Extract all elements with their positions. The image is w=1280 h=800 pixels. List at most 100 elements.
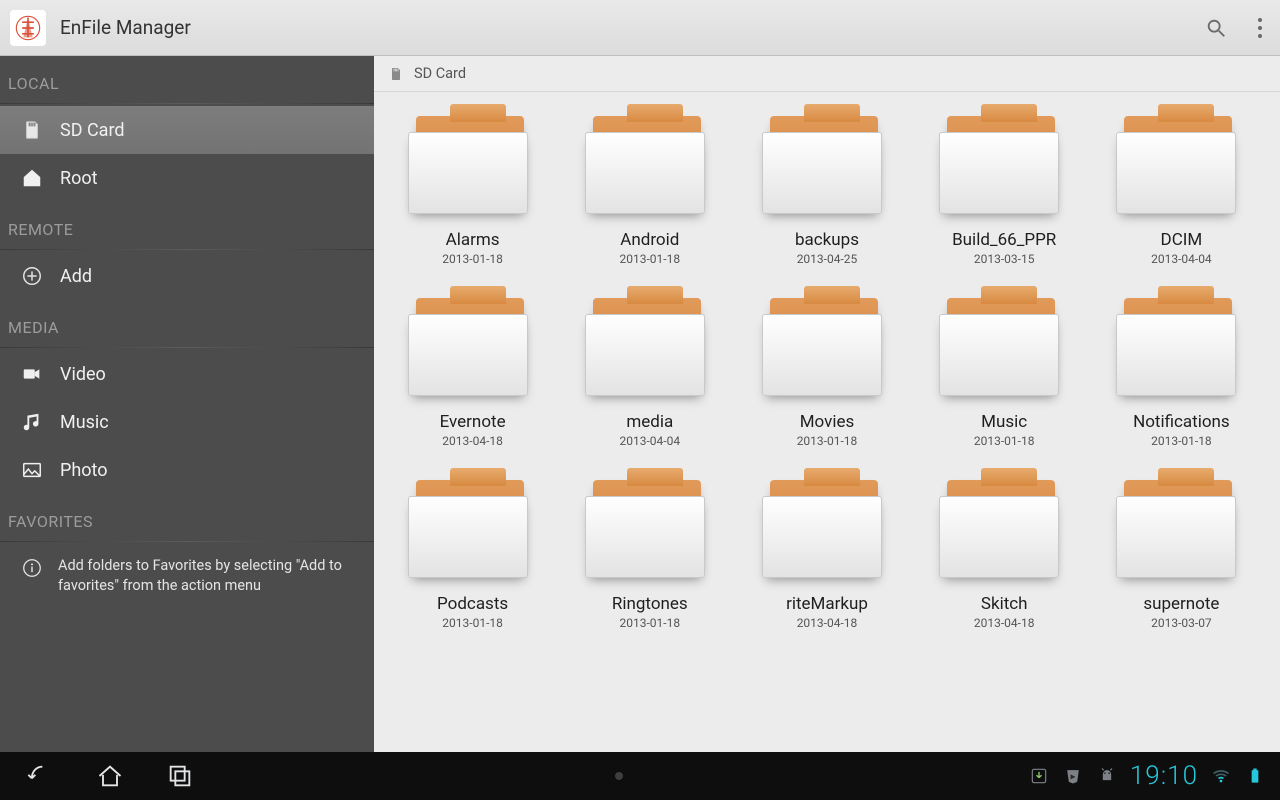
app-title: EnFile Manager	[60, 16, 191, 39]
folder-item[interactable]: Podcasts 2013-01-18	[384, 474, 561, 630]
sidebar-item-video[interactable]: Video	[0, 350, 374, 398]
folder-name: Build_66_PPR	[952, 230, 1056, 250]
folder-icon	[1116, 292, 1246, 402]
folder-date: 2013-01-18	[1151, 434, 1212, 448]
folder-grid-wrap: Alarms 2013-01-18 Android 2013-01-18 bac…	[374, 92, 1280, 752]
folder-icon	[585, 474, 715, 584]
folder-item[interactable]: Music 2013-01-18	[916, 292, 1093, 448]
nav-back-button[interactable]	[10, 752, 70, 800]
folder-item[interactable]: Notifications 2013-01-18	[1093, 292, 1270, 448]
folder-icon	[762, 474, 892, 584]
folder-item[interactable]: Android 2013-01-18	[561, 110, 738, 266]
folder-item[interactable]: Evernote 2013-04-18	[384, 292, 561, 448]
app-icon	[10, 10, 46, 46]
sidebar-header-local: LOCAL	[0, 56, 374, 101]
system-tray[interactable]: 19:10	[1028, 761, 1280, 791]
sidebar: LOCAL SD Card Root REMOTE Add MEDIA Vide…	[0, 56, 374, 752]
folder-date: 2013-04-18	[974, 616, 1035, 630]
folder-date: 2013-03-15	[974, 252, 1035, 266]
clock: 19:10	[1130, 761, 1198, 791]
wifi-tray-icon	[1210, 765, 1232, 787]
divider	[0, 249, 374, 250]
folder-name: backups	[795, 230, 859, 250]
folder-icon	[762, 292, 892, 402]
sidebar-item-photo[interactable]: Photo	[0, 446, 374, 494]
info-icon	[20, 556, 44, 580]
folder-date: 2013-04-18	[797, 616, 858, 630]
folder-icon	[939, 474, 1069, 584]
folder-date: 2013-01-18	[797, 434, 858, 448]
folder-item[interactable]: DCIM 2013-04-04	[1093, 110, 1270, 266]
android-tray-icon	[1096, 765, 1118, 787]
folder-date: 2013-03-07	[1151, 616, 1212, 630]
sidebar-item-sdcard[interactable]: SD Card	[0, 106, 374, 154]
folder-item[interactable]: backups 2013-04-25	[738, 110, 915, 266]
folder-name: Movies	[800, 412, 855, 432]
music-note-icon	[20, 410, 44, 434]
folder-item[interactable]: media 2013-04-04	[561, 292, 738, 448]
folder-item[interactable]: riteMarkup 2013-04-18	[738, 474, 915, 630]
sidebar-item-music[interactable]: Music	[0, 398, 374, 446]
action-bar: EnFile Manager	[0, 0, 1280, 56]
sidebar-item-label: Video	[60, 364, 106, 385]
folder-date: 2013-01-18	[619, 616, 680, 630]
plus-circle-icon	[20, 264, 44, 288]
nav-recent-button[interactable]	[150, 752, 210, 800]
folder-name: supernote	[1143, 594, 1219, 614]
sidebar-item-label: Photo	[60, 460, 108, 481]
overflow-menu-icon[interactable]	[1240, 4, 1280, 52]
folder-name: Evernote	[440, 412, 506, 432]
folder-item[interactable]: Build_66_PPR 2013-03-15	[916, 110, 1093, 266]
favorites-hint: Add folders to Favorites by selecting "A…	[0, 544, 374, 607]
folder-date: 2013-01-18	[442, 616, 503, 630]
folder-icon	[585, 292, 715, 402]
folder-icon	[762, 110, 892, 220]
folder-date: 2013-04-04	[1151, 252, 1212, 266]
nav-home-button[interactable]	[80, 752, 140, 800]
folder-icon	[408, 292, 538, 402]
folder-icon	[408, 110, 538, 220]
folder-icon	[939, 110, 1069, 220]
breadcrumb[interactable]: SD Card	[374, 56, 1280, 92]
folder-name: Notifications	[1133, 412, 1230, 432]
folder-item[interactable]: supernote 2013-03-07	[1093, 474, 1270, 630]
divider	[0, 347, 374, 348]
play-store-tray-icon	[1062, 765, 1084, 787]
folder-item[interactable]: Ringtones 2013-01-18	[561, 474, 738, 630]
system-nav-bar: 19:10	[0, 752, 1280, 800]
main-panel: SD Card Alarms 2013-01-18 Android 2013-0…	[374, 56, 1280, 752]
folder-item[interactable]: Movies 2013-01-18	[738, 292, 915, 448]
search-icon[interactable]	[1192, 4, 1240, 52]
folder-item[interactable]: Alarms 2013-01-18	[384, 110, 561, 266]
home-icon	[20, 166, 44, 190]
folder-icon	[408, 474, 538, 584]
folder-icon	[1116, 474, 1246, 584]
folder-date: 2013-04-04	[619, 434, 680, 448]
notification-dot-icon[interactable]	[615, 772, 623, 780]
folder-name: Alarms	[446, 230, 500, 250]
folder-name: riteMarkup	[786, 594, 868, 614]
breadcrumb-label: SD Card	[414, 65, 466, 82]
folder-name: Skitch	[981, 594, 1028, 614]
folder-name: Podcasts	[437, 594, 508, 614]
favorites-hint-text: Add folders to Favorites by selecting "A…	[58, 556, 364, 595]
sd-card-icon	[20, 118, 44, 142]
sidebar-header-favorites: FAVORITES	[0, 494, 374, 539]
sidebar-item-label: SD Card	[60, 120, 125, 141]
folder-icon	[939, 292, 1069, 402]
sidebar-item-add-remote[interactable]: Add	[0, 252, 374, 300]
folder-date: 2013-01-18	[619, 252, 680, 266]
sidebar-header-remote: REMOTE	[0, 202, 374, 247]
sidebar-item-root[interactable]: Root	[0, 154, 374, 202]
folder-name: media	[626, 412, 673, 432]
sidebar-header-media: MEDIA	[0, 300, 374, 345]
folder-icon	[1116, 110, 1246, 220]
folder-date: 2013-04-18	[442, 434, 503, 448]
folder-icon	[585, 110, 715, 220]
folder-item[interactable]: Skitch 2013-04-18	[916, 474, 1093, 630]
battery-tray-icon	[1244, 765, 1266, 787]
folder-date: 2013-04-25	[797, 252, 858, 266]
folder-grid: Alarms 2013-01-18 Android 2013-01-18 bac…	[384, 110, 1270, 630]
folder-name: Ringtones	[612, 594, 688, 614]
sidebar-item-label: Root	[60, 168, 98, 189]
